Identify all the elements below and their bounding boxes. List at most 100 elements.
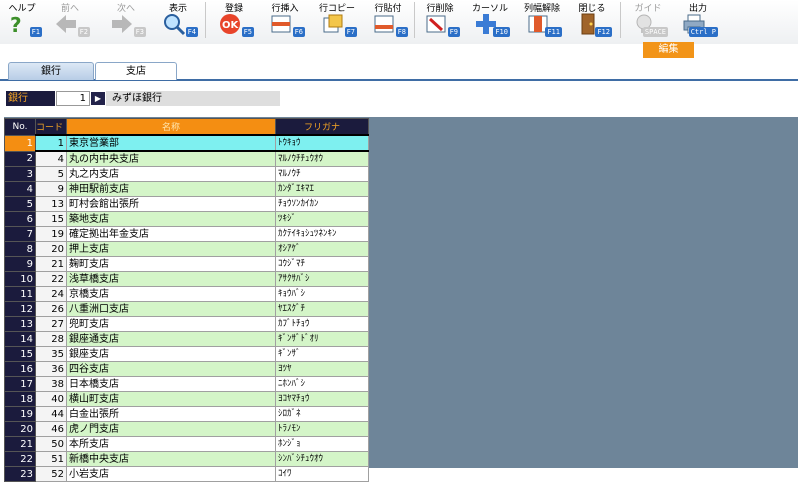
code-cell[interactable]: 52 xyxy=(35,466,67,482)
name-cell[interactable]: 押上支店 xyxy=(66,241,276,257)
register-button[interactable]: 登録 OK F5 xyxy=(212,0,256,44)
name-cell[interactable]: 東京営業部 xyxy=(66,134,276,152)
code-cell[interactable]: 40 xyxy=(35,391,67,407)
code-cell[interactable]: 13 xyxy=(35,196,67,212)
row-number-cell[interactable]: 19 xyxy=(4,406,36,422)
name-cell[interactable]: 築地支店 xyxy=(66,211,276,227)
table-row[interactable]: 10 22 浅草橋支店 ｱｻｸｻﾊﾞｼ xyxy=(4,271,369,287)
code-cell[interactable]: 51 xyxy=(35,451,67,467)
display-button[interactable]: 表示 F4 xyxy=(156,0,200,44)
row-number-cell[interactable]: 3 xyxy=(4,166,36,182)
table-row[interactable]: 8 20 押上支店 ｵｼｱｹﾞ xyxy=(4,241,369,257)
row-number-cell[interactable]: 5 xyxy=(4,196,36,212)
code-cell[interactable]: 19 xyxy=(35,226,67,242)
table-row[interactable]: 16 36 四谷支店 ﾖﾂﾔ xyxy=(4,361,369,377)
name-cell[interactable]: 麹町支店 xyxy=(66,256,276,272)
cursor-button[interactable]: カーソル F10 xyxy=(468,0,512,44)
kana-cell[interactable]: ｶﾝﾀﾞｴｷﾏｴ xyxy=(275,181,369,197)
name-cell[interactable]: 浅草橋支店 xyxy=(66,271,276,287)
code-cell[interactable]: 15 xyxy=(35,211,67,227)
kana-cell[interactable]: ｼﾝﾊﾞｼﾁｭｳｵｳ xyxy=(275,451,369,467)
output-button[interactable]: 出力 Ctrl P xyxy=(676,0,720,44)
kana-cell[interactable]: ｺｲﾜ xyxy=(275,466,369,482)
kana-cell[interactable]: ﾔｴｽｸﾞﾁ xyxy=(275,301,369,317)
name-cell[interactable]: 兜町支店 xyxy=(66,316,276,332)
kana-cell[interactable]: ｷﾞﾝｻﾞ xyxy=(275,346,369,362)
table-row[interactable]: 12 26 八重洲口支店 ﾔｴｽｸﾞﾁ xyxy=(4,301,369,317)
table-row[interactable]: 19 44 白金出張所 ｼﾛｶﾞﾈ xyxy=(4,406,369,422)
table-row[interactable]: 18 40 横山町支店 ﾖｺﾔﾏﾁｮｳ xyxy=(4,391,369,407)
name-cell[interactable]: 銀座通支店 xyxy=(66,331,276,347)
kana-cell[interactable]: ｼﾛｶﾞﾈ xyxy=(275,406,369,422)
bank-code-input[interactable]: 1 xyxy=(56,91,90,106)
table-row[interactable]: 5 13 町村会館出張所 ﾁｮｳｿﾝｶｲｶﾝ xyxy=(4,196,369,212)
name-cell[interactable]: 銀座支店 xyxy=(66,346,276,362)
code-cell[interactable]: 36 xyxy=(35,361,67,377)
code-cell[interactable]: 24 xyxy=(35,286,67,302)
name-cell[interactable]: 白金出張所 xyxy=(66,406,276,422)
row-paste-button[interactable]: 行貼付 F8 xyxy=(366,0,410,44)
kana-cell[interactable]: ﾆﾎﾝﾊﾞｼ xyxy=(275,376,369,392)
kana-cell[interactable]: ﾄｳｷｮｳ xyxy=(275,134,369,152)
kana-cell[interactable]: ｷﾞﾝｻﾞﾄﾞｵﾘ xyxy=(275,331,369,347)
name-cell[interactable]: 本所支店 xyxy=(66,436,276,452)
name-cell[interactable]: 虎ノ門支店 xyxy=(66,421,276,437)
table-row[interactable]: 17 38 日本橋支店 ﾆﾎﾝﾊﾞｼ xyxy=(4,376,369,392)
row-number-cell[interactable]: 22 xyxy=(4,451,36,467)
name-cell[interactable]: 丸之内支店 xyxy=(66,166,276,182)
code-cell[interactable]: 1 xyxy=(35,134,67,152)
code-cell[interactable]: 27 xyxy=(35,316,67,332)
table-row[interactable]: 2 4 丸の内中央支店 ﾏﾙﾉｳﾁﾁｭｳｵｳ xyxy=(4,150,369,167)
name-cell[interactable]: 新橋中央支店 xyxy=(66,451,276,467)
tab-bank[interactable]: 銀行 xyxy=(8,62,94,80)
name-cell[interactable]: 四谷支店 xyxy=(66,361,276,377)
kana-cell[interactable]: ｱｻｸｻﾊﾞｼ xyxy=(275,271,369,287)
code-cell[interactable]: 5 xyxy=(35,166,67,182)
table-row[interactable]: 1 1 東京営業部 ﾄｳｷｮｳ xyxy=(4,134,369,152)
close-button[interactable]: 閉じる F12 xyxy=(570,0,614,44)
header-no[interactable]: No. xyxy=(4,118,36,136)
name-cell[interactable]: 八重洲口支店 xyxy=(66,301,276,317)
row-number-cell[interactable]: 21 xyxy=(4,436,36,452)
name-cell[interactable]: 京橋支店 xyxy=(66,286,276,302)
code-cell[interactable]: 26 xyxy=(35,301,67,317)
kana-cell[interactable]: ｺｳｼﾞﾏﾁ xyxy=(275,256,369,272)
row-number-cell[interactable]: 6 xyxy=(4,211,36,227)
code-cell[interactable]: 28 xyxy=(35,331,67,347)
kana-cell[interactable]: ｵｼｱｹﾞ xyxy=(275,241,369,257)
name-cell[interactable]: 横山町支店 xyxy=(66,391,276,407)
row-number-cell[interactable]: 14 xyxy=(4,331,36,347)
row-number-cell[interactable]: 9 xyxy=(4,256,36,272)
code-cell[interactable]: 46 xyxy=(35,421,67,437)
name-cell[interactable]: 丸の内中央支店 xyxy=(66,150,276,167)
header-kana[interactable]: フリガナ xyxy=(275,118,369,136)
table-row[interactable]: 7 19 確定拠出年金支店 ｶｸﾃｲｷｮｼｭﾂﾈﾝｷﾝ xyxy=(4,226,369,242)
row-copy-button[interactable]: 行コピー F7 xyxy=(315,0,359,44)
table-row[interactable]: 21 50 本所支店 ﾎﾝｼﾞｮ xyxy=(4,436,369,452)
row-number-cell[interactable]: 1 xyxy=(4,134,36,152)
row-number-cell[interactable]: 2 xyxy=(4,150,36,167)
table-row[interactable]: 13 27 兜町支店 ｶﾌﾞﾄﾁｮｳ xyxy=(4,316,369,332)
kana-cell[interactable]: ﾖﾂﾔ xyxy=(275,361,369,377)
code-cell[interactable]: 21 xyxy=(35,256,67,272)
guide-button[interactable]: ガイド SPACE xyxy=(626,0,670,44)
header-code[interactable]: コード xyxy=(35,118,67,136)
column-release-button[interactable]: 列幅解除 F11 xyxy=(520,0,564,44)
row-number-cell[interactable]: 23 xyxy=(4,466,36,482)
kana-cell[interactable]: ﾏﾙﾉｳﾁ xyxy=(275,166,369,182)
code-cell[interactable]: 38 xyxy=(35,376,67,392)
kana-cell[interactable]: ﾎﾝｼﾞｮ xyxy=(275,436,369,452)
code-cell[interactable]: 22 xyxy=(35,271,67,287)
name-cell[interactable]: 神田駅前支店 xyxy=(66,181,276,197)
row-number-cell[interactable]: 18 xyxy=(4,391,36,407)
table-row[interactable]: 6 15 築地支店 ﾂｷｼﾞ xyxy=(4,211,369,227)
table-row[interactable]: 20 46 虎ノ門支店 ﾄﾗﾉﾓﾝ xyxy=(4,421,369,437)
kana-cell[interactable]: ﾁｮｳｿﾝｶｲｶﾝ xyxy=(275,196,369,212)
code-cell[interactable]: 20 xyxy=(35,241,67,257)
kana-cell[interactable]: ﾏﾙﾉｳﾁﾁｭｳｵｳ xyxy=(275,150,369,167)
table-row[interactable]: 3 5 丸之内支店 ﾏﾙﾉｳﾁ xyxy=(4,166,369,182)
table-row[interactable]: 4 9 神田駅前支店 ｶﾝﾀﾞｴｷﾏｴ xyxy=(4,181,369,197)
row-number-cell[interactable]: 11 xyxy=(4,286,36,302)
code-cell[interactable]: 44 xyxy=(35,406,67,422)
row-number-cell[interactable]: 8 xyxy=(4,241,36,257)
